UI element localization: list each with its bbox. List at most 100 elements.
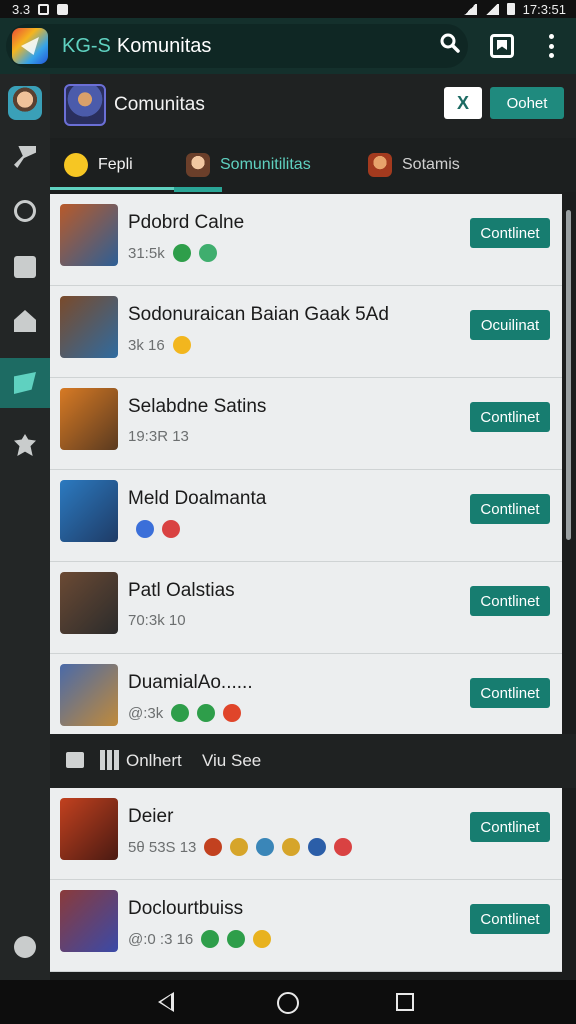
system-nav-bar [0,980,576,1024]
lock-icon [66,752,84,768]
join-button[interactable]: Contlinet [470,402,550,432]
tab-indicator-active [174,187,222,192]
community-list-secondary: Deier 5θ 53S 13 Contlinet Doclourtbuiss @:0 … [50,788,562,972]
rail-item-upload[interactable] [0,296,50,346]
tools-icon [14,146,36,168]
list-item[interactable]: DuamialAo...... @:3k Contlinet [50,654,562,746]
tab-feed[interactable]: Fepli [64,138,133,192]
notification-icon [38,3,50,15]
member-count: @:3k [128,704,164,722]
list-item[interactable]: Pdobrd Calne 31:5k Contlinet [50,194,562,286]
rail-avatar[interactable] [0,78,50,128]
battery-icon [506,3,515,15]
list-item[interactable]: Sodonuraican Baian Gaak 5Ad 3k 16 Ocuilina… [50,286,562,378]
join-button[interactable]: Contlinet [470,678,550,708]
community-meta: 70:3k 10 [128,612,186,629]
recents-icon[interactable] [396,993,414,1011]
community-meta: @:3k [128,704,242,722]
reaction-icon [334,838,353,856]
join-button[interactable]: Ocuilinat [470,310,550,340]
community-icon [14,372,36,394]
search-icon[interactable] [440,33,460,53]
tab-communities[interactable]: Somunitilitas [186,138,311,192]
scrollbar[interactable] [566,210,571,540]
community-name: Patl Oalstias [128,580,235,601]
member-count: 19:3R 13 [128,428,189,445]
community-thumbnail [60,572,118,634]
join-button[interactable]: Contlinet [470,494,550,524]
app-title-pill[interactable]: KG-S Komunitas [6,24,468,68]
more-icon[interactable] [540,32,562,60]
list-item[interactable]: Selabdne Satins 19:3R 13 Contlinet [50,378,562,470]
image-icon [14,256,36,278]
rail-item-settings[interactable] [0,420,50,470]
reaction-icon [171,704,190,722]
reaction-icon [201,930,220,948]
rail-item-search[interactable] [0,132,50,182]
community-thumbnail [60,388,118,450]
community-meta: @:0 :3 16 [128,930,272,948]
reaction-icon [308,838,327,856]
community-name: Pdobrd Calne [128,212,245,233]
top-action-button[interactable]: Oohet [490,87,564,119]
community-name: Deier [128,806,174,827]
community-thumbnail [64,84,106,126]
reaction-icon [136,520,154,538]
member-count: 31:5k [128,244,165,262]
rail-item-history[interactable] [0,186,50,236]
gear-icon [14,936,36,958]
rail-item-community[interactable] [0,358,50,408]
join-button[interactable]: Contlinet [470,218,550,248]
list-item[interactable]: Deier 5θ 53S 13 Contlinet [50,788,562,880]
list-item[interactable]: Patl Oalstias 70:3k 10 Contlinet [50,562,562,654]
avatar-icon [368,153,392,177]
community-meta: 19:3R 13 [128,428,189,445]
join-button[interactable]: Contlinet [470,812,550,842]
member-count: @:0 :3 16 [128,930,194,948]
list-item[interactable]: Doclourtbuiss @:0 :3 16 Contlinet [50,880,562,972]
member-count: 5θ 53S 13 [128,838,197,856]
notification-icon [57,3,69,15]
reaction-icon [172,336,191,354]
list-item[interactable]: Meld Doalmanta Contlinet [50,470,562,562]
reaction-icon [198,244,217,262]
community-thumbnail [60,798,118,860]
reaction-icon [282,838,301,856]
reaction-icon [227,930,246,948]
reaction-icon [162,520,180,538]
rail-item-saved[interactable] [0,242,50,292]
join-button[interactable]: Contlinet [470,586,550,616]
home-icon[interactable] [277,992,299,1014]
app-title: KG-S Komunitas [62,34,212,57]
page-title: Comunitas [114,94,205,115]
reaction-icon [223,704,242,722]
tab-settings[interactable]: Sotamis [368,138,460,192]
reaction-icon [197,704,216,722]
status-left-text: 3.3 [12,1,31,17]
back-icon[interactable] [158,992,174,1012]
nav-rail [0,74,50,980]
avatar [8,86,42,120]
wifi-icon [462,3,477,15]
community-name: Sodonuraican Baian Gaak 5Ad [128,304,389,325]
community-meta: 3k 16 [128,336,191,354]
section-label-see-all[interactable]: Viu See [202,751,261,771]
community-list: Pdobrd Calne 31:5k Contlinet Sodonuraican B… [50,194,562,746]
join-button[interactable]: Contlinet [470,904,550,934]
bookmark-icon[interactable] [490,34,514,58]
community-thumbnail [60,890,118,952]
rail-item-gear[interactable] [0,922,50,972]
app-logo-icon [12,28,48,64]
community-thumbnail [60,664,118,726]
community-meta: 31:5k [128,244,217,262]
section-label-online[interactable]: Onlhert [126,751,182,771]
reaction-icon [172,244,191,262]
reaction-icon [253,930,272,948]
community-header: Comunitas X Oohet [50,74,576,138]
upload-icon [14,310,36,332]
community-name: Doclourtbuiss [128,898,244,919]
app-bar: KG-S Komunitas [0,18,576,74]
member-count: 70:3k 10 [128,612,186,629]
signal-icon [484,3,499,15]
close-button[interactable]: X [444,87,482,119]
